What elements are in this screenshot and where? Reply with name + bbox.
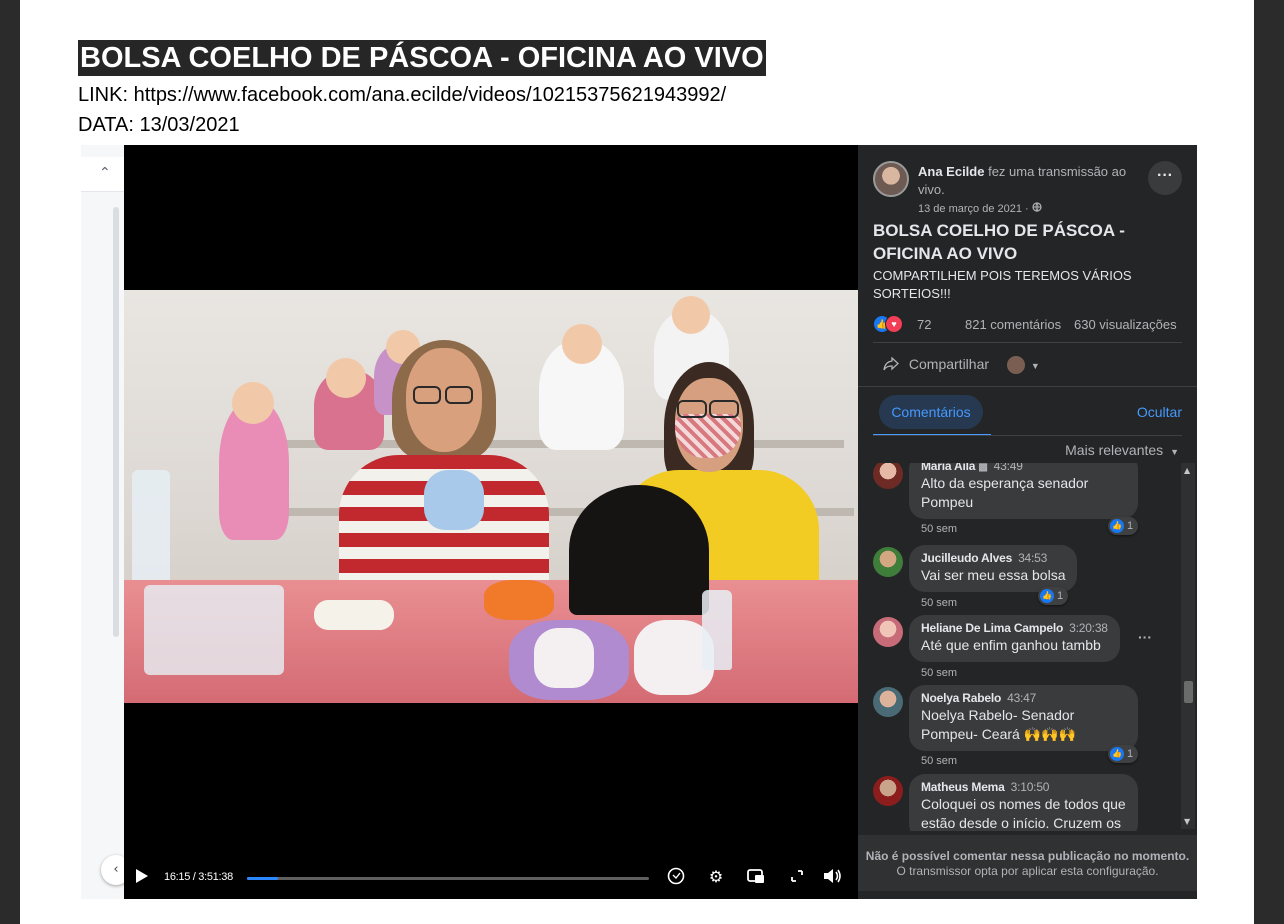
comment-bubble: Heliane De Lima Campelo 3:20:38 Até que e… [909,615,1120,662]
play-icon[interactable] [136,869,148,883]
chevron-down-icon: ▼ [1170,447,1179,457]
feed-scrollbar[interactable] [113,207,119,637]
sort-label: Mais relevantes [1065,442,1164,458]
scroll-up-icon[interactable]: ▲ [1184,466,1190,475]
post-author-line: Ana Ecilde fez uma transmissão ao vivo. [918,163,1146,199]
comment-like-count[interactable]: 👍 1 [1038,587,1069,605]
globe-icon [1032,202,1042,215]
post-description: COMPARTILHEM POIS TEREMOS VÁRIOS SORTEIO… [873,268,1132,301]
commenter-avatar[interactable] [873,463,903,489]
comment-timestamp[interactable]: 3:20:38 [1069,621,1108,635]
video-frame-image [124,290,858,703]
notice-title: Não é possível comentar nessa publicação… [865,849,1190,863]
scroll-thumb[interactable] [1184,681,1193,703]
document-page: BOLSA COELHO DE PÁSCOA - OFICINA AO VIVO… [20,0,1254,924]
notice-detail: O transmissor opta por aplicar esta conf… [896,864,1159,878]
commenter-avatar[interactable] [873,687,903,717]
share-icon [883,356,909,372]
comment-age[interactable]: 50 sem [921,667,957,679]
volume-icon[interactable] [821,866,843,888]
fullscreen-icon[interactable] [786,866,808,888]
document-date-line: DATA: 13/03/2021 [78,114,240,136]
like-icon: 👍 [1110,519,1124,534]
commenter-name[interactable]: Jucilleudo Alves [921,551,1012,565]
commenter-name[interactable]: Noelya Rabelo [921,691,1001,705]
progress-bar[interactable] [247,877,649,880]
love-icon: ♥ [885,315,903,333]
comments-list: Maria Aila ▩ 43:49 Alto da esperança sena… [858,463,1178,831]
comment-age[interactable]: 50 sem [921,597,957,609]
comments-disabled-notice: Não é possível comentar nessa publicação… [858,835,1197,891]
comment-text: Noelya Rabelo- Senador Pompeu- Ceará 🙌🙌🙌 [921,707,1077,742]
chevron-up-icon[interactable]: ⌃ [99,165,111,181]
post-date[interactable]: 13 de março de 2021 · [918,202,1042,215]
comment-bubble: Matheus Mema 3:10:50 Coloquei os nomes de… [909,774,1138,831]
commenter-avatar[interactable] [873,776,903,806]
divider [858,386,1197,387]
commenter-name[interactable]: Matheus Mema [921,780,1005,794]
commenter-name[interactable]: Maria Aila [921,463,975,473]
post-side-panel: Ana Ecilde fez uma transmissão ao vivo. … [858,145,1197,899]
captions-icon[interactable] [665,866,687,888]
post-title: BOLSA COELHO DE PÁSCOA - OFICINA AO VIVO [873,221,1125,263]
player-controls: 16:15 / 3:51:38 ⚙ [124,860,858,896]
views-count: 630 visualizações [1074,317,1177,332]
like-icon: 👍 [1040,589,1054,604]
divider [873,342,1182,343]
comment-age[interactable]: 50 sem [921,523,957,535]
comment-timestamp[interactable]: 43:47 [1007,691,1036,705]
feed-left-strip: ⌃ ‹ [81,145,131,899]
post-date-text: 13 de março de 2021 · [918,203,1032,215]
comment-text: Vai ser meu essa bolsa [921,567,1066,583]
video-player[interactable]: 16:15 / 3:51:38 ⚙ [124,145,858,899]
comment-like-count[interactable]: 👍 1 [1108,745,1139,763]
picture-in-picture-icon[interactable] [745,866,767,888]
commenter-avatar[interactable] [873,617,903,647]
commenter-avatar[interactable] [873,547,903,577]
gear-icon[interactable]: ⚙ [705,866,727,888]
comment-text: Alto da esperança senador Pompeu [921,475,1089,510]
comment-bubble: Noelya Rabelo 43:47 Noelya Rabelo- Senado… [909,685,1138,751]
comment-sort-dropdown[interactable]: Mais relevantes ▼ [1065,442,1179,458]
comment-age[interactable]: 50 sem [921,755,957,767]
chevron-down-icon[interactable]: ▼ [1031,361,1040,371]
reactions-count[interactable]: 72 [917,317,931,332]
camera-badge-icon: ▩ [978,463,988,473]
comment-text: Coloquei os nomes de todos que estão des… [921,796,1126,831]
screenshot-frame: ⌃ ‹ 16:15 / 3:51:38 ⚙ Ana Ecilde fez uma… [81,145,1197,899]
divider [873,435,1182,436]
tab-comments[interactable]: Comentários [879,395,983,429]
share-button[interactable]: Compartilhar ▼ [883,356,1040,375]
hide-comments-link[interactable]: Ocultar [1137,404,1182,420]
share-label: Compartilhar [908,356,990,372]
comment-timestamp[interactable]: 3:10:50 [1011,780,1050,794]
commenter-name[interactable]: Heliane De Lima Campelo [921,621,1063,635]
page-avatar-icon[interactable] [1006,356,1025,375]
author-avatar[interactable] [873,161,909,197]
comment-text: Até que enfim ganhou tambb [921,637,1101,653]
playback-time: 16:15 / 3:51:38 [164,871,233,883]
progress-fill [247,877,278,880]
comment-bubble: Jucilleudo Alves 34:53 Vai ser meu essa b… [909,545,1078,592]
comments-scrollbar[interactable]: ▲ ▼ [1181,463,1195,829]
more-options-button[interactable]: ··· [1148,161,1182,195]
scroll-down-icon[interactable]: ▼ [1184,817,1190,826]
comments-count[interactable]: 821 comentários [965,317,1061,332]
comment-options-button[interactable]: ··· [1138,629,1152,645]
comment-like-count[interactable]: 👍 1 [1108,517,1139,535]
document-link-line: LINK: https://www.facebook.com/ana.ecild… [78,84,727,106]
comment-bubble: Maria Aila ▩ 43:49 Alto da esperança sena… [909,463,1138,519]
comment-timestamp[interactable]: 43:49 [994,463,1023,473]
comment-timestamp[interactable]: 34:53 [1018,551,1047,565]
like-icon: 👍 [1110,747,1124,762]
author-name[interactable]: Ana Ecilde [918,164,984,179]
document-title: BOLSA COELHO DE PÁSCOA - OFICINA AO VIVO [78,40,766,76]
